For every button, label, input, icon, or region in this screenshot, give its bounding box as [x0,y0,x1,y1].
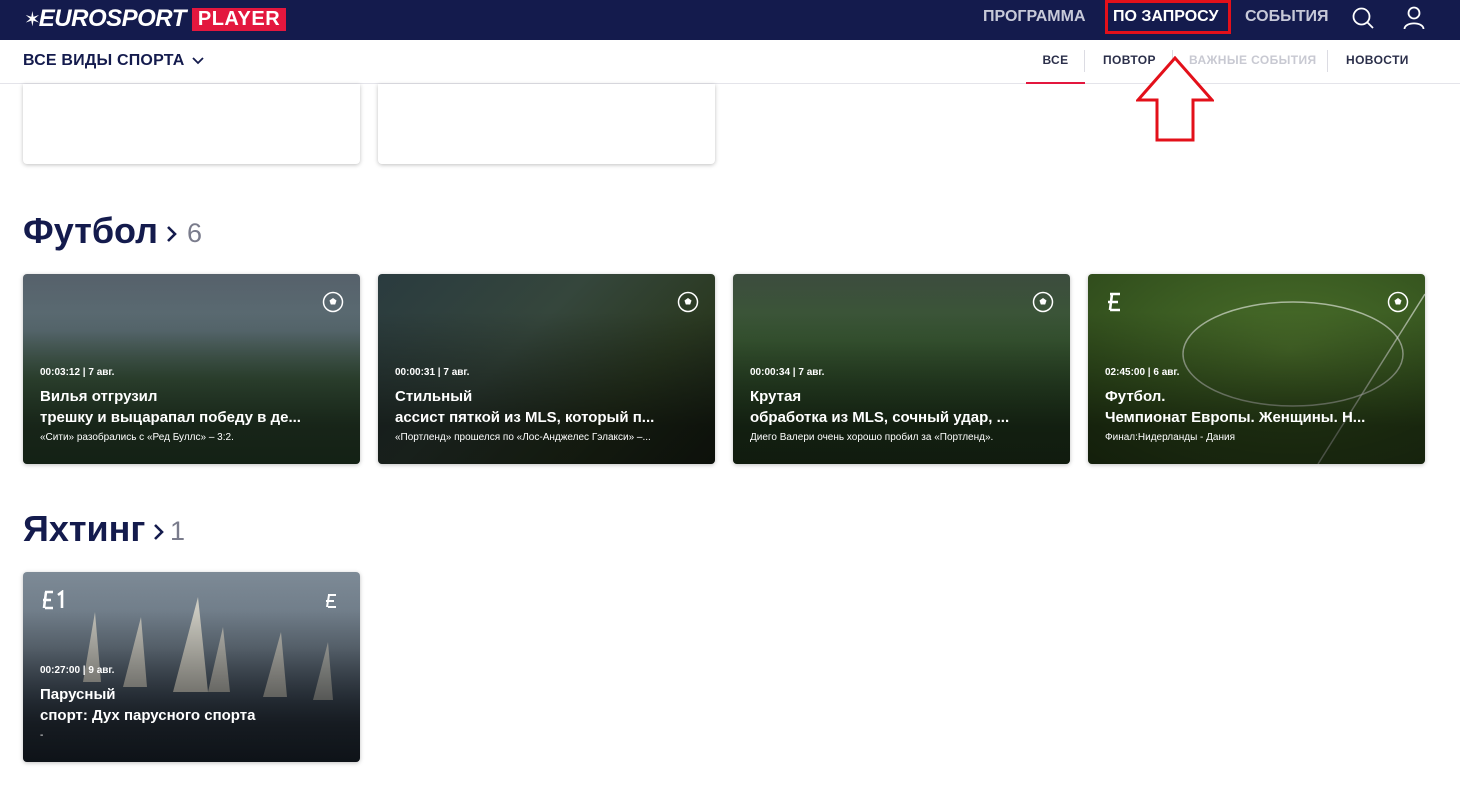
card-description: Финал:Нидерланды - Дания [1105,432,1235,443]
filter-news[interactable]: НОВОСТИ [1346,40,1409,84]
video-card[interactable]: 02:45:00 | 6 авг. Футбол. Чемпионат Евро… [1088,274,1425,464]
card-meta: 00:03:12 | 7 авг. [40,367,115,378]
football-icon [1032,291,1054,313]
card-title-line2: Британский кузовной чемпионат ... [395,111,657,128]
card-title-line2: спорт: Дух парусного спорта [40,707,256,724]
card-title: Крутая обработка из MLS, сочный удар, ..… [750,386,1050,428]
video-card[interactable]: Супербайк: Британский кузовной чемпионат… [23,84,360,164]
nav-on-demand-highlight-box [1105,0,1231,34]
card-title: Супербайк: Британский кузовной чемпионат… [40,88,340,130]
football-icon [677,291,699,313]
section-title-yachting[interactable]: Яхтинг [23,508,165,550]
card-description: - [395,134,399,145]
video-card[interactable]: 00:00:34 | 7 авг. Крутая обработка из ML… [733,274,1070,464]
card-title-line1: Вилья отгрузил [40,388,158,405]
card-meta: 00:27:00 | 9 авг. [40,665,115,676]
card-description: - [40,730,44,741]
filter-all[interactable]: ВСЕ [1026,40,1085,84]
logo-text: EUROSPORT [38,5,187,32]
section-title-football[interactable]: Футбол [23,210,178,252]
search-icon[interactable] [1352,7,1374,29]
card-title-line2: Чемпионат Европы. Женщины. Н... [1105,409,1366,426]
card-title: Парусный спорт: Дух парусного спорта [40,684,340,726]
top-navigation-bar: ✶ EUROSPORT PLAYER ПРОГРАММА ПО ЗАПРОСУ … [0,0,1460,40]
logo-badge: PLAYER [191,7,287,31]
card-title: Стильный ассист пяткой из MLS, который п… [395,386,695,428]
card-title: Супербайк: Британский кузовной чемпионат… [395,88,695,130]
video-card[interactable]: 00:03:12 | 7 авг. Вилья отгрузил трешку … [23,274,360,464]
chevron-right-icon [154,524,165,540]
eurosport-e-icon [1108,292,1120,312]
card-title-line1: Супербайк: [395,90,481,107]
section-title-text: Футбол [23,210,159,251]
section-count: 6 [187,218,203,248]
video-card[interactable]: 00:00:31 | 7 авг. Стильный ассист пяткой… [378,274,715,464]
card-description: «Сити» разобрались с «Ред Буллс» – 3:2. [40,432,234,443]
card-title-line1: Супербайк: [40,90,126,107]
card-title-line2: трешку и выцарапал победу в де... [40,409,301,426]
filter-bar: ВСЕ ВИДЫ СПОРТА ВСЕ ПОВТОР ВАЖНЫЕ СОБЫТИ… [0,40,1460,84]
card-meta: 00:00:34 | 7 авг. [750,367,825,378]
sport-selector-label: ВСЕ ВИДЫ СПОРТА [23,52,185,69]
card-meta: 00:00:31 | 7 авг. [395,367,470,378]
card-title-line2: Британский кузовной чемпионат ... [40,111,302,128]
card-description: «Портленд» прошелся по «Лос-Анджелес Гэл… [395,432,651,443]
user-icon[interactable] [1403,6,1425,30]
chevron-right-icon [167,226,177,242]
card-description: Диего Валери очень хорошо пробил за «Пор… [750,432,994,443]
filter-separator [1084,50,1085,72]
card-meta: 02:45:00 | 6 авг. [1105,367,1180,378]
card-title-line1: Стильный [395,388,473,405]
card-title: Футбол. Чемпионат Европы. Женщины. Н... [1105,386,1405,428]
video-card[interactable]: 00:27:00 | 9 авг. Парусный спорт: Дух па… [23,572,360,762]
section-title-text: Яхтинг [23,508,146,549]
eurosport-1-icon [42,590,64,610]
nav-schedule[interactable]: ПРОГРАММА [983,0,1086,34]
section-count: 1 [170,516,186,546]
football-icon [1387,291,1409,313]
filter-separator [1327,50,1328,72]
eurosport-player-logo[interactable]: ✶ EUROSPORT PLAYER [24,5,287,32]
red-arrow-annotation [1136,56,1214,142]
card-title-line1: Крутая [750,388,802,405]
card-title: Вилья отгрузил трешку и выцарапал победу… [40,386,340,428]
sport-selector[interactable]: ВСЕ ВИДЫ СПОРТА [23,52,205,70]
football-icon [322,291,344,313]
card-title-line2: ассист пяткой из MLS, который п... [395,409,655,426]
nav-events[interactable]: СОБЫТИЯ [1245,0,1329,34]
card-title-line1: Футбол. [1105,388,1166,405]
card-title-line1: Парусный [40,686,116,703]
eurosport-e-icon [326,594,336,608]
video-card[interactable]: Супербайк: Британский кузовной чемпионат… [378,84,715,164]
card-description: - [40,134,44,145]
chevron-down-icon [192,57,205,65]
card-title-line2: обработка из MLS, сочный удар, ... [750,409,1010,426]
